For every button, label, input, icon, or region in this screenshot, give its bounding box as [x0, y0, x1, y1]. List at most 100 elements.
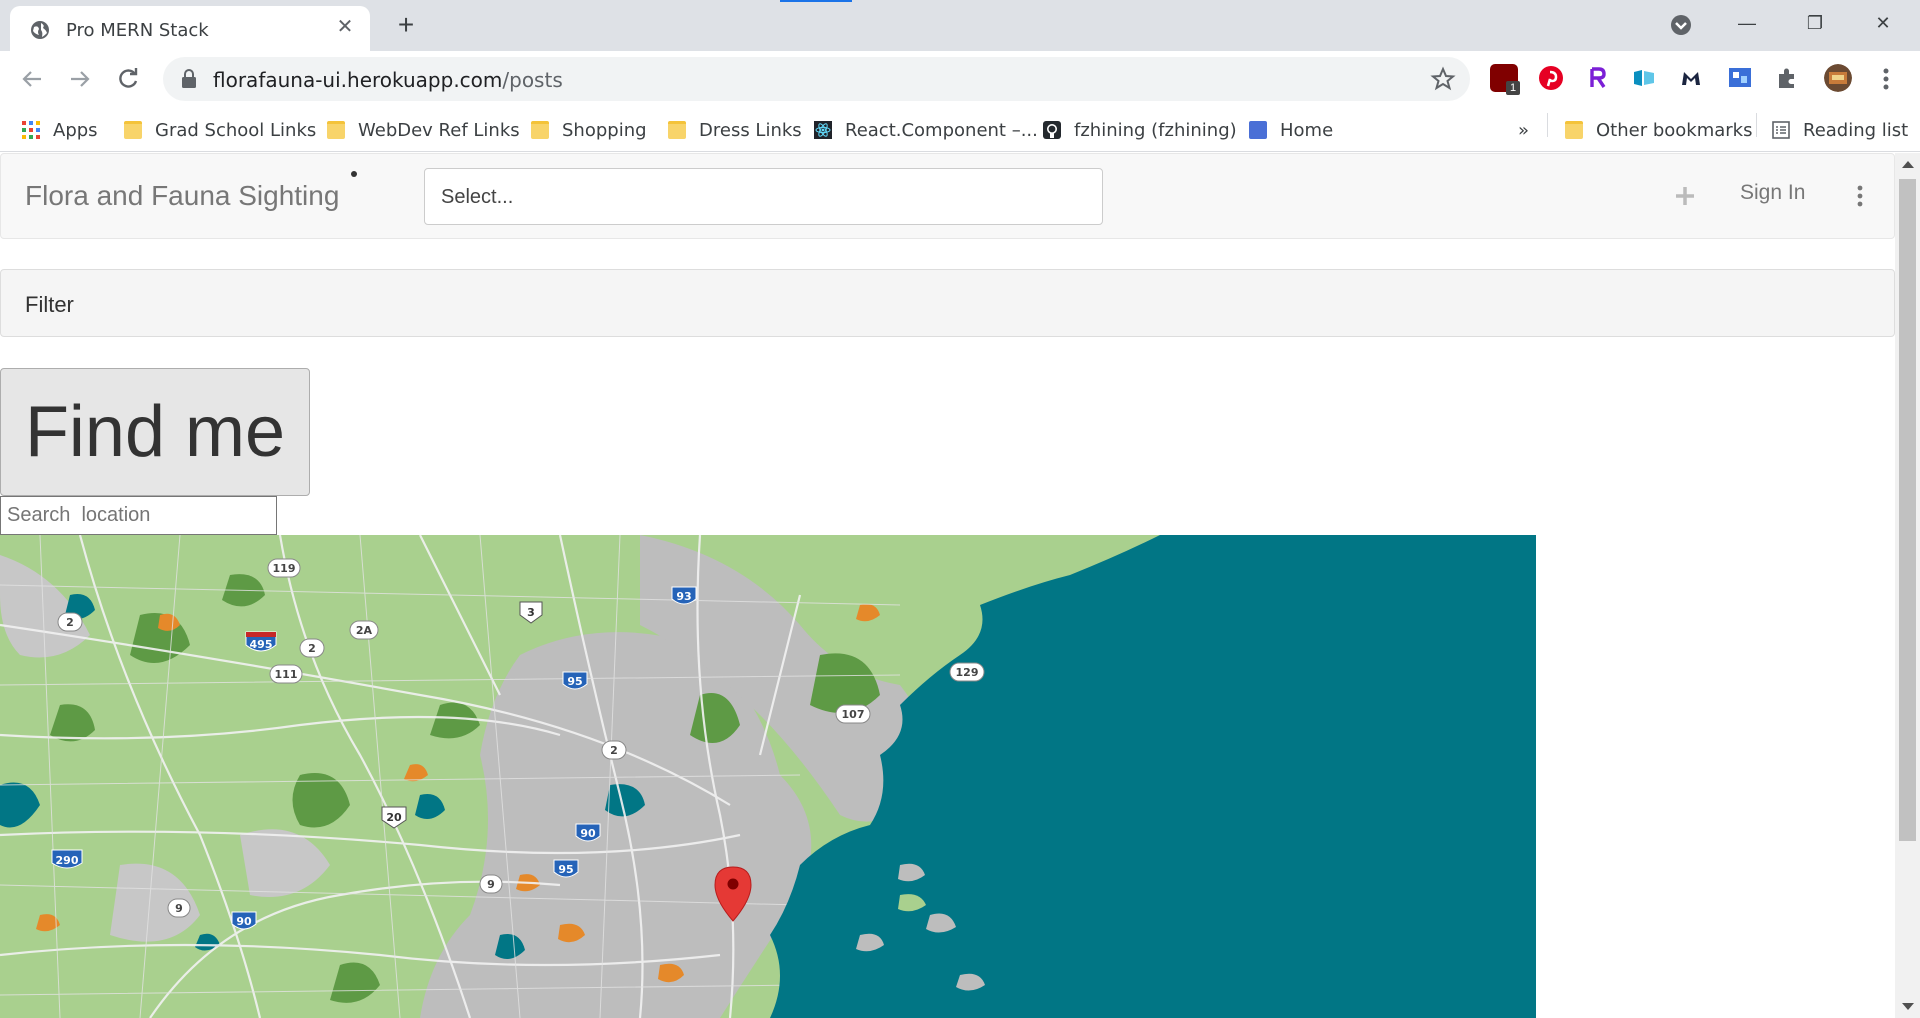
map-road-shield: 495: [245, 631, 277, 652]
new-tab-button[interactable]: +: [390, 10, 422, 42]
pinterest-icon[interactable]: [1537, 64, 1565, 92]
map-road-shield: 95: [562, 671, 588, 690]
tab-title: Pro MERN Stack: [66, 20, 209, 41]
bookmark-label: Shopping: [562, 119, 647, 141]
malwarebytes-icon[interactable]: [1677, 64, 1705, 92]
ublock-extension-icon[interactable]: 1: [1490, 64, 1520, 95]
bookmark-react-component[interactable]: React.Component –...: [814, 115, 1038, 145]
url-text[interactable]: florafauna-ui.herokuapp.com/posts: [213, 68, 563, 92]
browser-menu-icon[interactable]: [1874, 65, 1898, 93]
map-road-shield: 9: [479, 874, 503, 894]
tab-loading-indicator: [780, 0, 852, 2]
brand-title[interactable]: Flora and Fauna Sighting: [25, 180, 339, 212]
bookmark-label: Dress Links: [699, 119, 802, 141]
bookmark-label: WebDev Ref Links: [358, 119, 520, 141]
nav-dot: [351, 171, 357, 177]
tab-close-icon[interactable]: ✕: [332, 14, 358, 40]
svg-text:129: 129: [956, 666, 979, 679]
rakuten-icon[interactable]: [1584, 64, 1612, 92]
search-select[interactable]: Select...: [424, 168, 1103, 225]
avatar[interactable]: [1824, 64, 1852, 92]
svg-text:9: 9: [487, 878, 495, 891]
bookmark-github[interactable]: fzhining (fzhining): [1043, 115, 1237, 145]
honey-icon[interactable]: [1630, 64, 1658, 92]
map-road-shield: 107: [835, 704, 871, 724]
minimize-button[interactable]: —: [1724, 8, 1770, 38]
map-road-shield: 111: [269, 664, 303, 684]
github-icon: [1043, 121, 1061, 139]
map-canvas[interactable]: 119 2 495 2 2A 3 93 111 95 129 107 2 20 …: [0, 535, 1536, 1018]
bookmarks-bar: Apps Grad School Links WebDev Ref Links …: [0, 107, 1920, 152]
page-icon: [1249, 121, 1267, 139]
folder-icon: [124, 121, 142, 139]
select-placeholder: Select...: [441, 186, 514, 208]
bookmark-label: Other bookmarks: [1596, 119, 1753, 141]
bookmark-label: Reading list: [1803, 119, 1909, 141]
svg-text:20: 20: [386, 811, 402, 824]
search-location-input[interactable]: [0, 496, 277, 535]
folder-icon: [327, 121, 345, 139]
scroll-up-arrow-icon[interactable]: [1902, 161, 1914, 168]
scroll-down-arrow-icon[interactable]: [1902, 1003, 1914, 1010]
svg-text:2: 2: [610, 744, 618, 757]
forward-icon[interactable]: [65, 64, 95, 94]
extensions-puzzle-icon[interactable]: [1773, 64, 1801, 92]
folder-icon: [531, 121, 549, 139]
browser-toolbar: florafauna-ui.herokuapp.com/posts 1: [0, 51, 1920, 107]
svg-text:95: 95: [567, 675, 582, 688]
bookmark-shopping[interactable]: Shopping: [531, 115, 647, 145]
map-road-shield: 2A: [349, 620, 379, 640]
reading-list-button[interactable]: Reading list: [1772, 115, 1908, 145]
svg-text:119: 119: [273, 562, 296, 575]
back-icon[interactable]: [17, 64, 47, 94]
bookmark-other-bookmarks[interactable]: Other bookmarks: [1565, 115, 1752, 145]
close-window-button[interactable]: ✕: [1860, 8, 1906, 38]
svg-text:2: 2: [308, 642, 316, 655]
map-road-shield: 2: [299, 638, 325, 658]
reload-icon[interactable]: [113, 64, 143, 94]
screen-extension-icon[interactable]: [1726, 64, 1754, 92]
restore-button[interactable]: ❐: [1792, 8, 1838, 38]
reading-list-icon: [1772, 121, 1790, 139]
react-icon: [814, 121, 832, 139]
map-road-shield: 9: [167, 898, 191, 918]
svg-text:107: 107: [842, 708, 865, 721]
bookmark-label: React.Component –...: [845, 119, 1038, 141]
add-post-icon[interactable]: [1673, 184, 1697, 208]
svg-text:2A: 2A: [356, 624, 373, 637]
bookmark-dress-links[interactable]: Dress Links: [668, 115, 802, 145]
apps-grid-icon: [22, 121, 40, 139]
scrollbar-thumb[interactable]: [1899, 179, 1916, 841]
bookmarks-divider: [1756, 113, 1757, 137]
address-bar[interactable]: florafauna-ui.herokuapp.com/posts: [163, 57, 1470, 101]
find-me-button[interactable]: Find me: [0, 368, 310, 496]
bookmark-star-icon[interactable]: [1430, 66, 1456, 92]
svg-text:290: 290: [56, 854, 79, 867]
bookmark-webdev-ref-links[interactable]: WebDev Ref Links: [327, 115, 520, 145]
map-road-shield: 129: [949, 662, 985, 682]
sign-in-button[interactable]: Sign In: [1740, 181, 1805, 205]
filter-panel[interactable]: Filter: [0, 269, 1895, 337]
app-navbar: Flora and Fauna Sighting Select... Sign …: [0, 153, 1895, 239]
tab-search-icon[interactable]: [1668, 12, 1694, 38]
bookmark-label: Grad School Links: [155, 119, 317, 141]
map[interactable]: 119 2 495 2 2A 3 93 111 95 129 107 2 20 …: [0, 535, 1536, 1018]
bookmark-grad-school-links[interactable]: Grad School Links: [124, 115, 316, 145]
bookmark-apps[interactable]: Apps: [22, 115, 98, 145]
extension-badge: 1: [1506, 81, 1520, 95]
folder-icon: [1565, 121, 1583, 139]
globe-icon: [31, 21, 49, 39]
page-content: Flora and Fauna Sighting Select... Sign …: [0, 153, 1895, 1018]
svg-text:111: 111: [275, 668, 298, 681]
map-road-shield: 90: [575, 823, 601, 842]
page-scrollbar[interactable]: [1895, 153, 1920, 1018]
svg-text:90: 90: [580, 827, 596, 840]
map-road-shield: 90: [231, 911, 257, 930]
bookmarks-overflow-button[interactable]: »: [1518, 115, 1529, 145]
bookmarks-divider: [1547, 113, 1548, 137]
bookmark-home[interactable]: Home: [1249, 115, 1333, 145]
more-options-icon[interactable]: [1855, 184, 1865, 208]
browser-tab[interactable]: Pro MERN Stack ✕: [10, 6, 370, 51]
map-road-shield: 2: [601, 740, 627, 760]
lock-icon[interactable]: [181, 69, 197, 89]
